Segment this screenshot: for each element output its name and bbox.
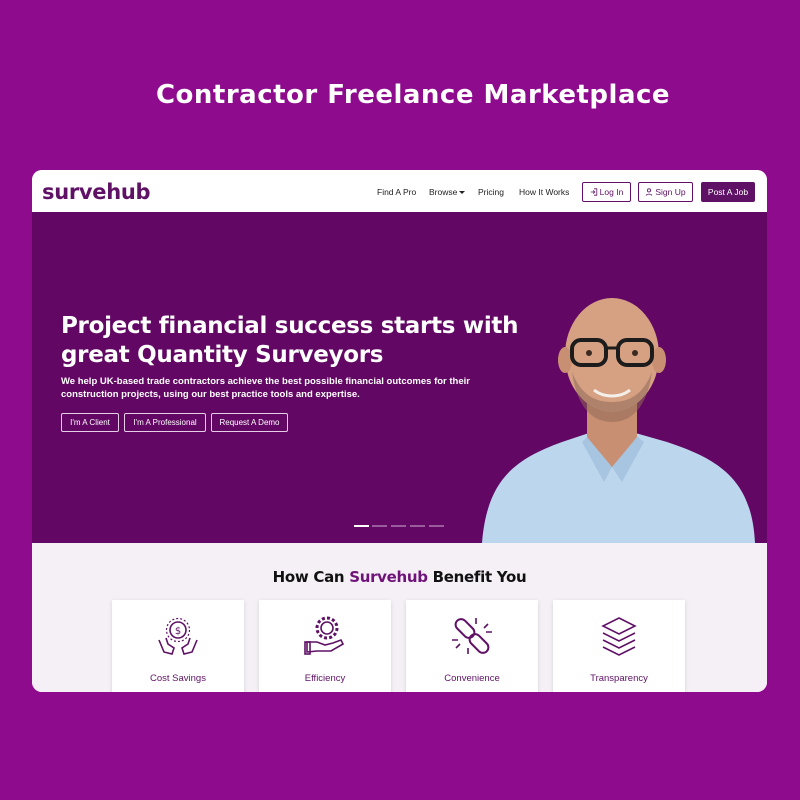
carousel-dot[interactable] bbox=[410, 525, 425, 527]
nav-pricing[interactable]: Pricing bbox=[478, 187, 504, 197]
caret-down-icon bbox=[459, 191, 466, 195]
hero-title: Project financial success starts with gr… bbox=[61, 312, 531, 370]
nav-browse-label: Browse bbox=[429, 187, 458, 197]
navbar: survehub Find A Pro Browse Pricing How I… bbox=[32, 170, 767, 212]
benefits-title-suffix: Benefit You bbox=[427, 568, 527, 586]
nav-browse[interactable]: Browse bbox=[429, 187, 466, 197]
carousel-dot[interactable] bbox=[391, 525, 406, 527]
benefit-label: Transparency bbox=[590, 673, 648, 684]
user-icon bbox=[646, 188, 653, 196]
hero-title-line-2: great Quantity Surveyors bbox=[61, 342, 384, 368]
professional-portrait bbox=[482, 298, 755, 543]
carousel-dot[interactable] bbox=[429, 525, 444, 527]
benefit-label: Efficiency bbox=[304, 673, 346, 684]
request-demo-button[interactable]: Request A Demo bbox=[211, 413, 288, 432]
professional-button[interactable]: I'm A Professional bbox=[124, 413, 206, 432]
hero-title-line-1: Project financial success starts with bbox=[61, 313, 519, 339]
benefits-title: How Can Survehub Benefit You bbox=[32, 568, 767, 586]
benefit-card-cost-savings[interactable]: $ Cost Savings bbox=[112, 600, 244, 692]
hero-subtitle: We help UK-based trade contractors achie… bbox=[61, 375, 501, 401]
carousel-dot[interactable] bbox=[372, 525, 387, 527]
carousel-dot[interactable] bbox=[354, 525, 369, 527]
signup-button[interactable]: Sign Up bbox=[638, 182, 693, 202]
chain-link-icon bbox=[452, 618, 492, 654]
login-label: Log In bbox=[599, 187, 624, 197]
benefits-title-prefix: How Can bbox=[272, 568, 350, 586]
survehub-logo[interactable]: survehub bbox=[42, 180, 151, 204]
benefit-card-efficiency[interactable]: Efficiency bbox=[259, 600, 391, 692]
login-button[interactable]: Log In bbox=[582, 182, 631, 202]
layers-icon bbox=[601, 617, 637, 656]
benefits-section: How Can Survehub Benefit You $ Cost Savi… bbox=[32, 543, 767, 692]
benefit-label: Convenience bbox=[444, 673, 500, 684]
benefit-card-convenience[interactable]: Convenience bbox=[406, 600, 538, 692]
benefit-card-transparency[interactable]: Transparency bbox=[553, 600, 685, 692]
hero-subtitle-line-2: construction projects, using our best pr… bbox=[61, 389, 360, 400]
nav-how-it-works[interactable]: How It Works bbox=[519, 187, 569, 197]
benefit-label: Cost Savings bbox=[150, 673, 206, 684]
hands-dollar-icon: $ bbox=[158, 617, 198, 655]
hero-banner: Project financial success starts with gr… bbox=[32, 212, 767, 543]
svg-text:$: $ bbox=[175, 626, 181, 637]
hand-gear-icon bbox=[304, 616, 345, 655]
page-headline: Contractor Freelance Marketplace bbox=[155, 80, 671, 110]
post-job-button[interactable]: Post A Job bbox=[701, 182, 755, 202]
website-screenshot: survehub Find A Pro Browse Pricing How I… bbox=[32, 170, 767, 692]
benefits-title-brand: Survehub bbox=[349, 568, 428, 586]
hero-subtitle-line-1: We help UK-based trade contractors achie… bbox=[61, 376, 470, 387]
login-icon bbox=[590, 188, 597, 196]
nav-find-a-pro[interactable]: Find A Pro bbox=[377, 187, 416, 197]
client-button[interactable]: I'm A Client bbox=[61, 413, 119, 432]
signup-label: Sign Up bbox=[655, 187, 686, 197]
